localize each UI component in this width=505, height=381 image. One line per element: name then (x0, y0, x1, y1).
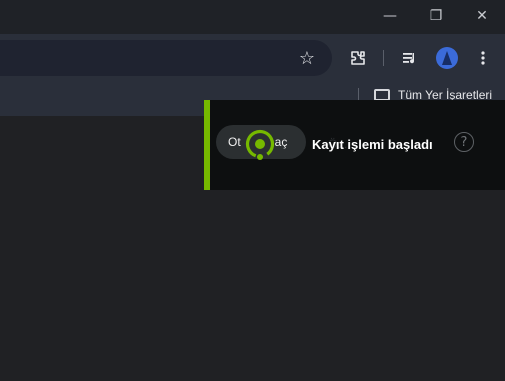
puzzle-svg (351, 51, 365, 65)
star-icon[interactable]: ☆ (297, 48, 317, 69)
media-svg (403, 53, 415, 64)
puzzle-icon[interactable] (347, 47, 369, 69)
recording-svg (245, 129, 275, 160)
toolbar (0, 34, 505, 82)
toolbar-divider (383, 50, 384, 66)
minimize-icon[interactable]: — (367, 0, 413, 32)
toast-message: Kayıt işlemi başladı (312, 137, 433, 152)
recording-icon (243, 127, 277, 161)
toast-accent-bar (204, 100, 210, 190)
help-icon[interactable]: ? (454, 132, 474, 152)
browser-window: — ❐ ✕ ☆ Tüm Yer İşaretleri Ot aç Ö... Ka… (0, 0, 505, 381)
kebab-svg (481, 51, 485, 65)
restore-icon[interactable]: ❐ (413, 0, 459, 32)
address-bar[interactable] (0, 40, 332, 76)
kebab-menu-icon[interactable] (472, 47, 494, 69)
pill-label-left: Ot (228, 135, 241, 149)
close-icon[interactable]: ✕ (459, 0, 505, 32)
media-control-icon[interactable] (399, 47, 421, 69)
avatar-icon[interactable] (436, 47, 458, 69)
